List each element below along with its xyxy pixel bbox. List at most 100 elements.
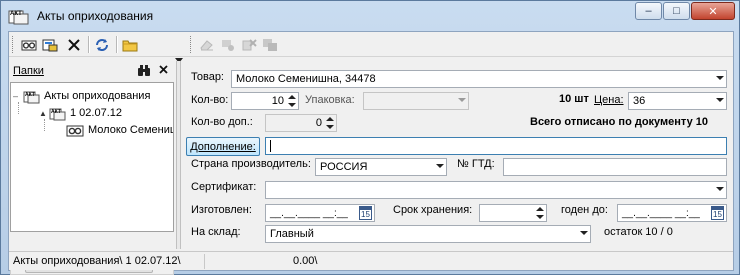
- folders-title: Папки: [13, 65, 44, 77]
- shelf-life-label: Срок хранения:: [393, 204, 473, 216]
- country-label: Страна производитель:: [191, 158, 311, 170]
- toolbar-folder-button[interactable]: [120, 35, 140, 54]
- tree-item-label: Молоко Семенишна: [88, 124, 173, 136]
- gtd-input[interactable]: [503, 158, 727, 176]
- tree-connector: [18, 102, 19, 114]
- toolbar-separator: [116, 36, 118, 53]
- tree-item[interactable]: Молоко Семенишна: [65, 122, 173, 138]
- folders-panel: Папки – АКТ Акты оприходования ▲ АКТ 1 0…: [9, 61, 175, 275]
- folder-icon: [122, 40, 138, 51]
- warehouse-value: Главный: [270, 228, 314, 240]
- client-area: Папки – АКТ Акты оприходования ▲ АКТ 1 0…: [8, 31, 734, 275]
- app-icon-label: АКТ: [10, 11, 22, 17]
- app-window: АКТ Акты оприходования – □ ✕ Папки – АКТ…: [0, 0, 740, 275]
- product-select[interactable]: Молоко Семенишна, 34478: [231, 70, 727, 88]
- toolbar: [9, 32, 733, 57]
- chevron-down-icon: [458, 98, 466, 102]
- chevron-down-icon[interactable]: [716, 76, 724, 80]
- minimize-button[interactable]: –: [635, 2, 662, 20]
- chevron-down-icon[interactable]: [716, 98, 724, 102]
- toolbar-grip[interactable]: [190, 36, 193, 53]
- status-amount: 0.00\: [293, 255, 318, 267]
- price-value: 36: [633, 95, 646, 107]
- tree-item[interactable]: – АКТ Акты оприходования: [13, 88, 150, 104]
- binoculars-icon[interactable]: [137, 64, 151, 80]
- country-select[interactable]: РОССИЯ: [315, 158, 447, 176]
- tree-icon-label: АКТ: [25, 92, 35, 98]
- status-path: Акты оприходования\ 1 02.07.12\: [13, 255, 181, 267]
- toolbar-stamp-button[interactable]: [218, 35, 238, 54]
- minimize-icon: –: [645, 5, 652, 17]
- toolbar-grip[interactable]: [12, 36, 15, 53]
- total-note: Всего отписано по документу 10: [530, 116, 708, 128]
- addition-button-label: Дополнение:: [190, 140, 256, 153]
- warehouse-select[interactable]: Главный: [265, 225, 591, 243]
- qty-extra-stepper: 0: [265, 114, 337, 132]
- tree-item-label: Акты оприходования: [44, 90, 151, 102]
- stamp-icon: [222, 39, 234, 51]
- addition-button[interactable]: Дополнение:: [186, 137, 260, 156]
- tree-icon-label: АКТ: [51, 109, 61, 115]
- qty-value: 10: [271, 95, 284, 107]
- eye-glasses-icon: [21, 40, 37, 50]
- tree-item-label: 1 02.07.12: [70, 107, 122, 119]
- certificate-select[interactable]: [265, 181, 727, 199]
- title-bar[interactable]: АКТ Акты оприходования – □ ✕: [1, 1, 739, 31]
- toolbar-refresh-button[interactable]: [92, 35, 112, 54]
- qty-stepper[interactable]: 10: [231, 92, 299, 110]
- copy-icon: [263, 38, 277, 51]
- close-button[interactable]: ✕: [691, 2, 735, 20]
- tree-item[interactable]: ▲ АКТ 1 02.07.12: [39, 105, 122, 121]
- close-icon: ✕: [708, 5, 718, 18]
- addition-input[interactable]: [265, 137, 727, 155]
- calendar-icon[interactable]: 15: [711, 206, 724, 220]
- tree-expander-icon[interactable]: –: [13, 91, 23, 101]
- act-document-icon: АКТ: [8, 7, 30, 25]
- qty-extra-value: 0: [315, 117, 322, 129]
- chevron-down-icon[interactable]: [436, 164, 444, 168]
- pack-label: Упаковка:: [305, 94, 355, 106]
- toolbar-delete-button[interactable]: [64, 35, 84, 54]
- pack-select: [363, 92, 469, 110]
- product-label: Товар:: [191, 71, 224, 83]
- eye-glasses-icon: [66, 125, 84, 136]
- valid-to-date-input[interactable]: __.__.____ __:__ 15: [617, 204, 727, 222]
- toolbar-separator: [88, 36, 90, 53]
- qty-label: Кол-во:: [191, 94, 229, 106]
- certificate-label: Сертификат:: [191, 181, 257, 193]
- maximize-icon: □: [673, 5, 680, 17]
- panel-close-icon[interactable]: [158, 64, 169, 78]
- folders-header: Папки: [9, 61, 175, 81]
- spin-arrows-icon[interactable]: [535, 205, 545, 221]
- calendar-icon[interactable]: 15: [359, 206, 372, 220]
- eraser-icon: [200, 39, 213, 50]
- qty-extra-label: Кол-во доп.:: [191, 116, 253, 128]
- item-form: Товар: Молоко Семенишна, 34478 Кол-во: 1…: [181, 61, 732, 249]
- chevron-down-icon[interactable]: [580, 231, 588, 235]
- valid-to-label: годен до:: [561, 204, 608, 216]
- toolbar-eraser-button[interactable]: [197, 35, 217, 54]
- tree-expander-icon[interactable]: ▲: [39, 109, 49, 118]
- tree-connector: [44, 119, 45, 131]
- toolbar-edit-button[interactable]: [40, 35, 60, 54]
- shelf-life-stepper[interactable]: [479, 204, 547, 222]
- act-document-icon: АКТ: [23, 91, 40, 103]
- made-label: Изготовлен:: [191, 204, 252, 216]
- toolbar-copy-button[interactable]: [260, 35, 280, 54]
- edit-card-icon: [42, 39, 58, 51]
- act-document-icon: АКТ: [49, 108, 66, 120]
- country-value: РОССИЯ: [320, 161, 368, 173]
- toolbar-delete-card-button[interactable]: [239, 35, 259, 54]
- price-select[interactable]: 36: [628, 92, 727, 110]
- made-value: __.__.____ __:__: [270, 207, 348, 219]
- stock-text: остаток 10 / 0: [604, 226, 673, 238]
- folders-tree: – АКТ Акты оприходования ▲ АКТ 1 02.07.1…: [10, 82, 174, 232]
- gtd-label: № ГТД:: [457, 158, 495, 170]
- spin-arrows-icon[interactable]: [287, 93, 297, 109]
- made-date-input[interactable]: __.__.____ __:__ 15: [265, 204, 375, 222]
- window-title: Акты оприходования: [37, 9, 154, 23]
- chevron-down-icon[interactable]: [716, 187, 724, 191]
- toolbar-open-button[interactable]: [19, 35, 39, 54]
- maximize-button[interactable]: □: [663, 2, 690, 20]
- refresh-icon: [96, 38, 108, 51]
